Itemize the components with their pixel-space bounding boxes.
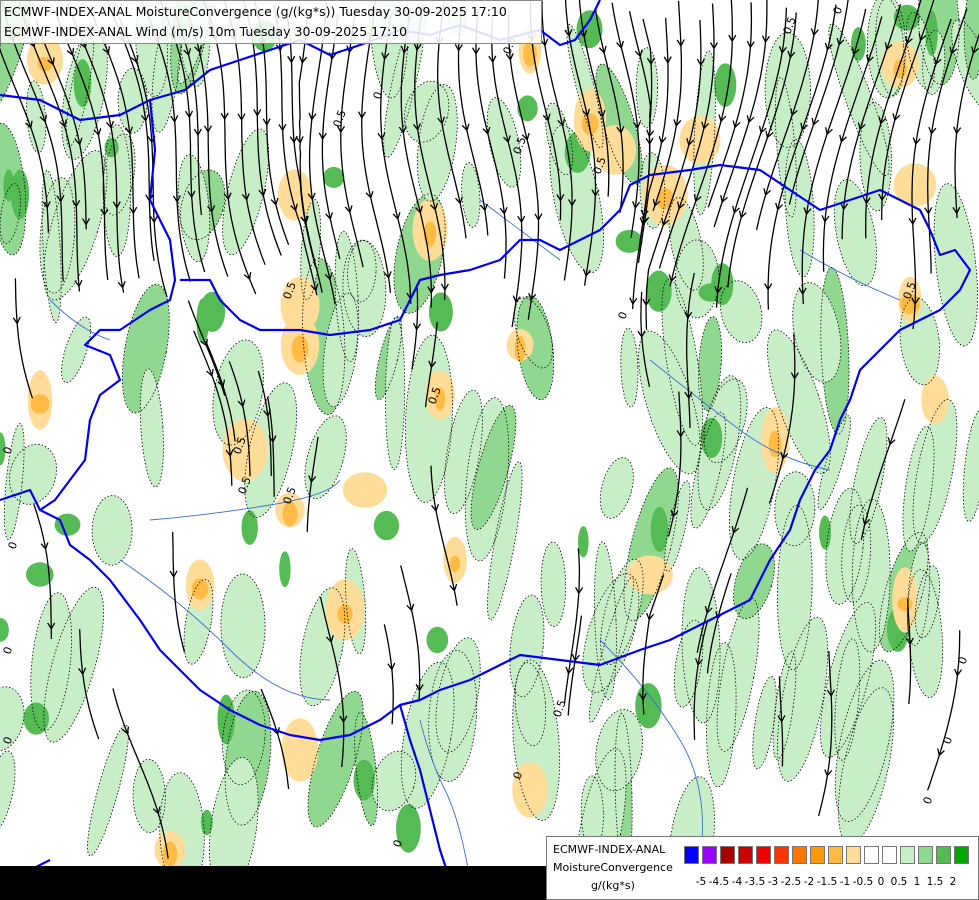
contour-label: 0 <box>6 540 21 551</box>
contour-label: 0 <box>831 5 846 16</box>
streamline <box>400 565 421 701</box>
strong-convergence-spot <box>645 270 672 312</box>
contour-label: 0.5 <box>331 108 349 129</box>
strong-divergence-spot <box>30 394 50 414</box>
legend-model: ECMWF-INDEX-ANAL <box>553 843 666 856</box>
divergence-area <box>921 375 949 425</box>
contour-label: 0 <box>956 655 971 666</box>
contour-label: 0 <box>371 90 386 101</box>
weather-map: 0 0 0 0 0 0 0 0 0 0 0 0 0.5 0.5 0.5 0.5 0.5 0.5 0.5 0.5 0.5 0… <box>0 0 979 900</box>
legend-tick-label: -2.5 <box>780 876 802 888</box>
divergence-area <box>627 555 673 595</box>
divergence-area <box>342 472 388 508</box>
strong-convergence-spot <box>73 59 92 108</box>
strong-convergence-spot <box>925 10 938 56</box>
river <box>479 199 561 261</box>
convergence-area <box>92 495 133 566</box>
divergence-area <box>281 718 319 782</box>
convergence-area <box>963 409 979 522</box>
strong-convergence-spot <box>578 526 589 558</box>
legend-swatch <box>684 846 699 864</box>
strong-convergence-spot <box>217 694 235 745</box>
strong-convergence-spot <box>54 513 81 536</box>
legend-swatch <box>864 846 879 864</box>
legend-tick-label: 0 <box>877 876 885 888</box>
legend-swatch <box>702 846 717 864</box>
strong-divergence-spot <box>897 596 913 612</box>
legend-tick-label: -4.5 <box>708 876 730 888</box>
legend-swatch <box>900 846 915 864</box>
strong-divergence-spot <box>449 555 461 573</box>
legend-swatch <box>954 846 969 864</box>
legend-swatch <box>846 846 861 864</box>
map-canvas: 0000000000000.50.5 0.50.50.50.50.50.50.50… <box>0 0 979 900</box>
legend-tick-label: -3.5 <box>744 876 766 888</box>
strong-convergence-spot <box>819 515 832 550</box>
legend-tick-label: -1 <box>839 876 851 888</box>
strong-convergence-spot <box>241 510 258 545</box>
legend-tick-label: -5 <box>695 876 707 888</box>
legend-tick-label: 1 <box>913 876 921 888</box>
legend-swatch <box>936 846 951 864</box>
legend-tick-label: 2 <box>949 876 957 888</box>
legend-swatch <box>720 846 735 864</box>
strong-convergence-spot <box>517 95 538 122</box>
title-wind: ECMWF-INDEX-ANAL Wind (m/s) 10m Tuesday … <box>4 24 408 39</box>
legend-tick-label: 0.5 <box>890 876 908 888</box>
strong-divergence-spot <box>514 335 526 363</box>
strong-convergence-spot <box>10 169 30 220</box>
strong-convergence-spot <box>373 510 400 541</box>
strong-convergence-spot <box>199 291 226 333</box>
strong-convergence-spot <box>428 292 453 332</box>
color-legend: ECMWF-INDEX-ANAL MoistureConvergence g/(… <box>546 836 979 900</box>
legend-swatch <box>774 846 789 864</box>
title-moisture: ECMWF-INDEX-ANAL MoistureConvergence (g/… <box>4 4 507 19</box>
legend-swatch <box>918 846 933 864</box>
strong-divergence-spot <box>162 841 178 867</box>
strong-convergence-spot <box>426 626 449 654</box>
strong-convergence-spot <box>700 417 723 459</box>
streamline <box>383 624 394 725</box>
legend-tick-label: -0.5 <box>852 876 874 888</box>
legend-tick-label: -2 <box>803 876 815 888</box>
legend-tick-label: 1.5 <box>926 876 944 888</box>
convergence-area <box>541 542 566 627</box>
no-data-strip <box>0 866 546 900</box>
streamline <box>172 531 186 653</box>
strong-divergence-spot <box>337 604 353 624</box>
strong-convergence-spot <box>279 551 291 588</box>
legend-tick-label: -3 <box>767 876 779 888</box>
legend-tick-label: -4 <box>731 876 743 888</box>
streamline <box>14 278 34 399</box>
strong-convergence-spot <box>0 618 9 642</box>
legend-swatch <box>756 846 771 864</box>
strong-convergence-spot <box>23 702 49 735</box>
legend-swatch <box>828 846 843 864</box>
legend-swatch <box>810 846 825 864</box>
streamline <box>321 13 341 260</box>
convergence-area <box>87 724 129 856</box>
legend-tick-label: -1.5 <box>816 876 838 888</box>
contour-label: 0 <box>921 795 936 806</box>
strong-convergence-spot <box>323 166 345 188</box>
strong-divergence-spot <box>291 335 309 363</box>
legend-unit: g/(kg*s) <box>591 879 635 892</box>
legend-swatch <box>882 846 897 864</box>
strong-convergence-spot <box>650 506 669 553</box>
contour-label: 0 <box>616 310 631 321</box>
legend-field: MoistureConvergence <box>553 861 673 874</box>
legend-swatch <box>792 846 807 864</box>
legend-swatch <box>738 846 753 864</box>
contour-label: 0 <box>1 645 16 656</box>
strong-convergence-spot <box>353 759 375 801</box>
map-title-box: ECMWF-INDEX-ANAL MoistureConvergence (g/… <box>0 0 542 44</box>
